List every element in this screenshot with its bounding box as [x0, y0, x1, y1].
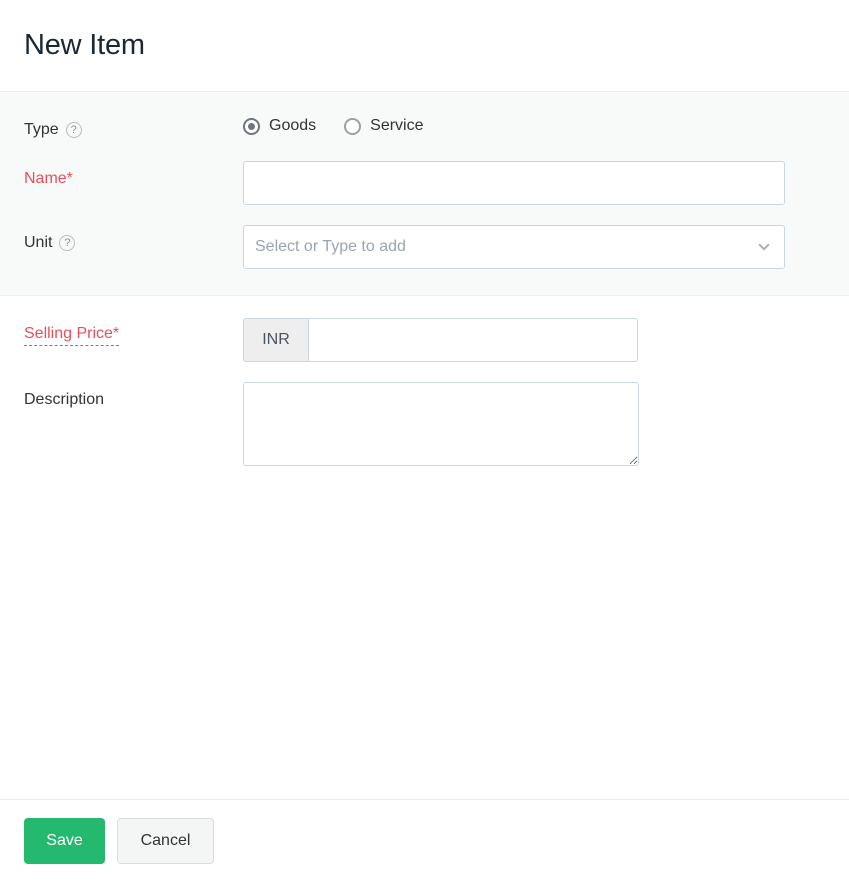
form-row-description: Description: [0, 382, 849, 466]
new-item-form-page: New Item Type ? Goods Service Name* Unit…: [0, 0, 849, 881]
unit-select[interactable]: Select or Type to add: [243, 225, 785, 269]
currency-addon-inr: INR: [243, 318, 308, 362]
field-control-type: Goods Service: [243, 112, 825, 135]
radio-label-service: Service: [370, 117, 424, 134]
field-label-unit: Unit ?: [24, 225, 243, 254]
form-row-type: Type ? Goods Service: [0, 112, 849, 141]
form-row-selling-price: Selling Price* INR: [0, 318, 849, 362]
field-label-type: Type ?: [24, 112, 243, 141]
field-label-type-text: Type: [24, 121, 59, 138]
form-section-primary: Type ? Goods Service Name* Unit ? Select…: [0, 92, 849, 296]
radio-mark-goods: [243, 117, 260, 135]
radio-option-service[interactable]: Service: [344, 117, 424, 135]
radio-mark-service: [344, 117, 362, 135]
field-label-selling-price: Selling Price*: [24, 318, 243, 346]
form-row-unit: Unit ? Select or Type to add: [0, 225, 849, 269]
unit-select-wrapper: Select or Type to add: [243, 225, 785, 269]
field-control-selling-price: INR: [243, 318, 825, 362]
selling-price-input[interactable]: [308, 318, 638, 362]
field-label-description-text: Description: [24, 391, 105, 408]
field-label-selling-price-text: Selling Price*: [24, 325, 120, 346]
radio-label-goods: Goods: [269, 117, 317, 134]
field-control-name: [243, 161, 825, 205]
form-footer: Save Cancel: [0, 799, 849, 881]
page-title: New Item: [24, 28, 145, 61]
form-section-pricing: Selling Price* INR Description: [0, 296, 849, 466]
field-label-description: Description: [24, 382, 243, 411]
selling-price-input-group: INR: [243, 318, 825, 362]
description-textarea[interactable]: [243, 382, 639, 466]
field-control-unit: Select or Type to add: [243, 225, 825, 269]
type-radio-group: Goods Service: [243, 112, 825, 135]
save-button[interactable]: Save: [24, 817, 105, 864]
page-header: New Item: [0, 0, 849, 92]
cancel-button[interactable]: Cancel: [117, 817, 214, 864]
radio-option-goods[interactable]: Goods: [243, 117, 316, 135]
field-control-description: [243, 382, 825, 466]
question-circle-icon[interactable]: ?: [65, 122, 82, 138]
question-circle-icon[interactable]: ?: [59, 235, 76, 251]
name-input[interactable]: [243, 161, 785, 205]
form-row-name: Name*: [0, 161, 849, 205]
form-body: Type ? Goods Service Name* Unit ? Select…: [0, 92, 849, 799]
unit-select-placeholder: Select or Type to add: [255, 238, 406, 255]
field-label-name: Name*: [24, 161, 243, 190]
field-label-name-text: Name*: [24, 170, 73, 187]
field-label-unit-text: Unit: [24, 234, 53, 251]
